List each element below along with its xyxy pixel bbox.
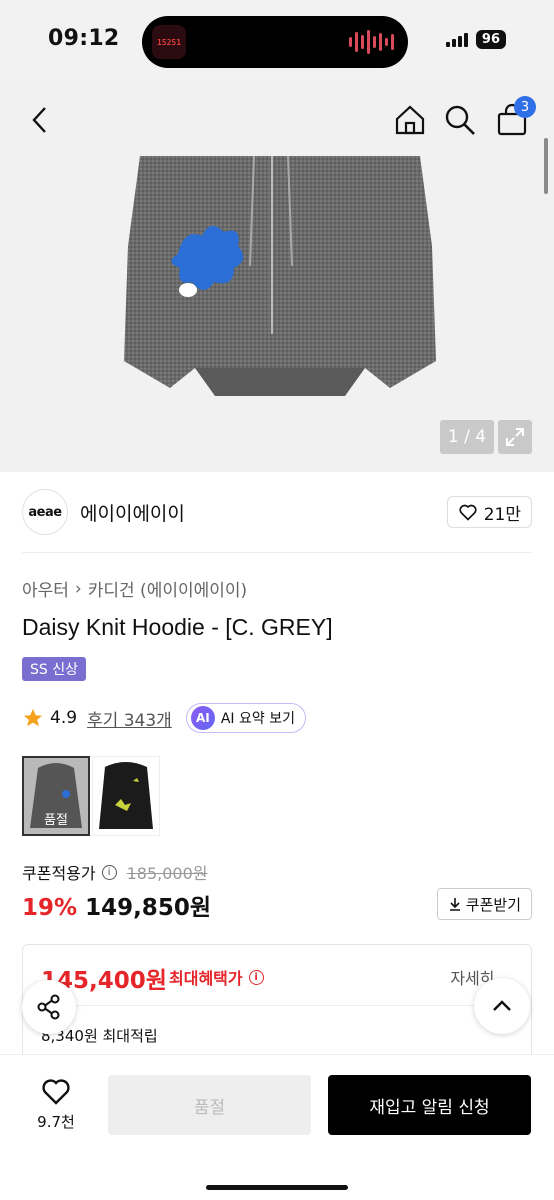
divider bbox=[22, 552, 532, 553]
rating-value: 4.9 bbox=[50, 708, 78, 728]
color-option-grey[interactable]: 품절 bbox=[22, 756, 90, 836]
search-icon bbox=[445, 105, 475, 135]
divider bbox=[41, 1005, 515, 1006]
status-indicators: 96 bbox=[445, 30, 506, 49]
discount-rate: 19% bbox=[22, 895, 78, 921]
ai-summary-button[interactable]: AI AI 요약 보기 bbox=[185, 703, 306, 733]
brand-logo: aeae bbox=[22, 489, 68, 535]
color-option-black[interactable] bbox=[92, 756, 160, 836]
brand-like-count: 21만 bbox=[483, 504, 521, 525]
sold-out-label: 품절 bbox=[44, 813, 68, 828]
scroll-to-top-button[interactable] bbox=[474, 978, 530, 1034]
breadcrumb-item[interactable]: 카디건 (에이이에이이) bbox=[88, 576, 247, 601]
home-button[interactable] bbox=[392, 102, 428, 138]
product-gallery[interactable]: 3 1 / 4 bbox=[0, 80, 554, 472]
brand-row[interactable]: aeae 에이이에이이 21만 bbox=[22, 488, 532, 536]
bottom-action-bar: 9.7천 품절 재입고 알림 신청 bbox=[0, 1054, 554, 1200]
brand-name[interactable]: 에이이에이이 bbox=[80, 499, 185, 526]
reviews-link[interactable]: 후기 343개 bbox=[87, 706, 172, 731]
home-indicator bbox=[206, 1185, 348, 1190]
star-icon bbox=[23, 708, 43, 727]
sold-out-button: 품절 bbox=[108, 1075, 311, 1135]
home-icon bbox=[395, 105, 425, 135]
original-price: 185,000원 bbox=[126, 864, 208, 883]
expand-image-button[interactable] bbox=[498, 420, 532, 454]
wishlist-count: 9.7천 bbox=[37, 1113, 75, 1131]
battery-indicator: 96 bbox=[475, 30, 506, 49]
share-icon bbox=[37, 994, 60, 1020]
black-hoodie-thumbnail bbox=[99, 762, 153, 829]
new-season-tag: SS 신상 bbox=[22, 657, 86, 681]
audio-wave-icon bbox=[349, 30, 394, 54]
price-row: 19% 149,850원 bbox=[22, 888, 211, 922]
share-button[interactable] bbox=[22, 980, 76, 1034]
product-image bbox=[124, 156, 436, 396]
coupon-price-row: 쿠폰적용가 i 185,000원 bbox=[22, 860, 208, 884]
status-time: 09:12 bbox=[48, 26, 120, 51]
chevron-right-icon: › bbox=[74, 578, 82, 599]
chevron-left-icon bbox=[32, 107, 46, 133]
cart-count-badge: 3 bbox=[514, 96, 536, 118]
back-button[interactable] bbox=[22, 102, 58, 138]
max-benefit-label: 최대혜택가 bbox=[169, 969, 243, 988]
ai-summary-label: AI 요약 보기 bbox=[220, 711, 295, 727]
breadcrumb-item[interactable]: 아우터 bbox=[22, 576, 69, 601]
sale-price: 149,850원 bbox=[85, 895, 211, 921]
restock-alert-button[interactable]: 재입고 알림 신청 bbox=[328, 1075, 531, 1135]
ai-badge-icon: AI bbox=[190, 706, 215, 730]
download-icon bbox=[449, 898, 460, 911]
product-title: Daisy Knit Hoodie - [C. GREY] bbox=[22, 614, 333, 640]
signal-icon bbox=[445, 32, 468, 47]
breadcrumb: 아우터 › 카디건 (에이이에이이) bbox=[22, 576, 247, 602]
dynamic-island: 15251 bbox=[142, 16, 408, 68]
image-counter: 1 / 4 bbox=[440, 420, 494, 454]
expand-icon bbox=[506, 428, 524, 446]
scroll-indicator bbox=[544, 138, 548, 194]
chevron-up-icon bbox=[493, 1000, 511, 1011]
now-playing-thumbnail: 15251 bbox=[152, 25, 186, 59]
brand-like-button[interactable]: 21만 bbox=[446, 496, 532, 528]
info-icon[interactable]: i bbox=[101, 864, 117, 880]
heart-icon bbox=[459, 504, 477, 521]
wishlist-button[interactable]: 9.7천 bbox=[22, 1075, 90, 1132]
heart-icon bbox=[42, 1079, 70, 1105]
rating-row: 4.9 후기 343개 AI AI 요약 보기 bbox=[22, 703, 306, 733]
search-button[interactable] bbox=[442, 102, 478, 138]
info-icon[interactable]: i bbox=[248, 969, 264, 985]
get-coupon-label: 쿠폰받기 bbox=[465, 895, 521, 914]
max-benefit-label-row: 최대혜택가 i bbox=[169, 965, 264, 989]
cart-button[interactable]: 3 bbox=[494, 96, 536, 138]
get-coupon-button[interactable]: 쿠폰받기 bbox=[436, 888, 532, 920]
coupon-price-label: 쿠폰적용가 bbox=[22, 864, 96, 883]
status-bar: 09:12 15251 96 bbox=[0, 0, 554, 80]
